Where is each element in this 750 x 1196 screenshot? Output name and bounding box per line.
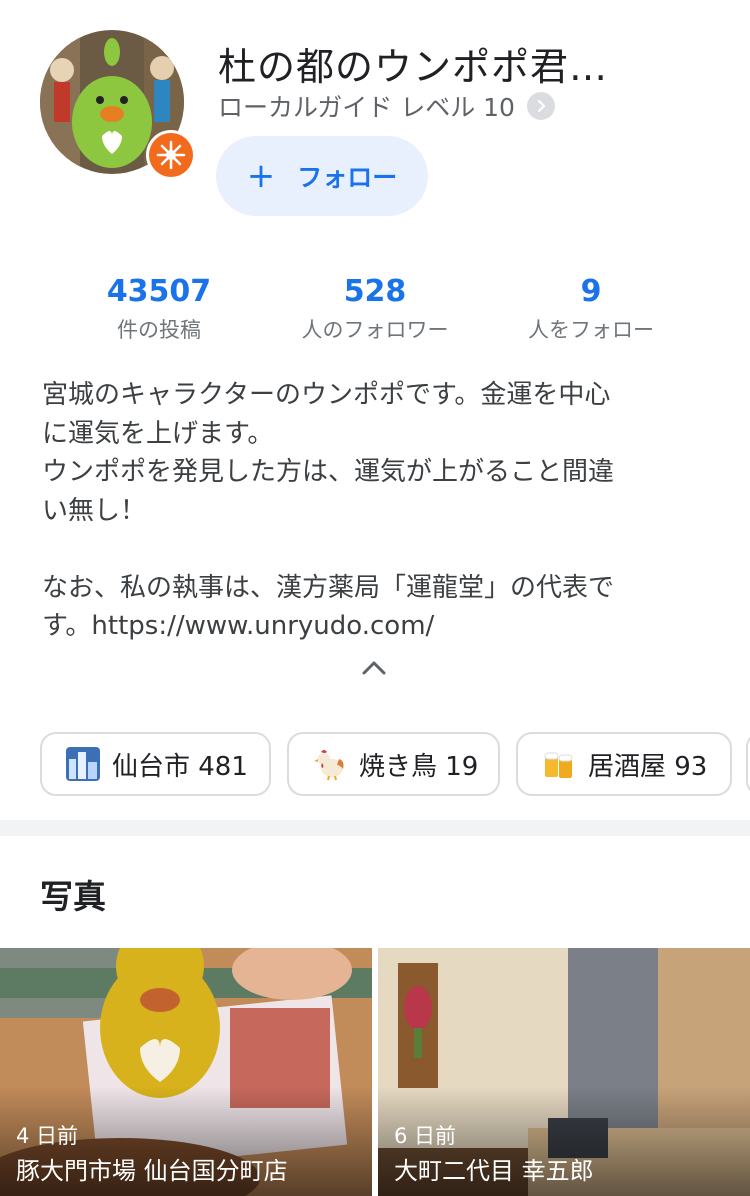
photo-card[interactable]: 4 日前 豚大門市場 仙台国分町店 <box>0 948 372 1196</box>
photo-place[interactable]: 豚大門市場 仙台国分町店 <box>16 1151 288 1186</box>
stat-following-label: 人をフォロー <box>528 318 654 342</box>
follow-button[interactable]: + フォロー <box>216 136 428 216</box>
stat-following-value: 9 <box>580 274 602 309</box>
stat-followers-value: 528 <box>343 274 407 309</box>
plus-icon: + <box>246 156 276 196</box>
profile-name: 杜の都のウンポポ君… <box>218 45 609 89</box>
stat-followers[interactable]: 528 人のフォロワー <box>275 274 475 344</box>
rooster-icon <box>313 747 347 781</box>
cityscape-icon <box>66 747 100 781</box>
follow-label: フォロー <box>297 163 398 192</box>
photo-place[interactable]: 大町二代目 幸五郎 <box>394 1151 594 1186</box>
profile-bio: 宮城のキャラクターのウンポポです。金運を中心 に運気を上げます。 ウンポポを発見… <box>42 380 615 641</box>
section-divider <box>0 820 750 836</box>
chip-yakitori[interactable]: 焼き鳥 19 <box>287 732 500 796</box>
beer-mugs-icon <box>542 747 576 781</box>
stat-followers-label: 人のフォロワー <box>301 318 449 342</box>
stat-following[interactable]: 9 人をフォロー <box>491 274 691 344</box>
chevron-up-icon[interactable] <box>358 652 390 684</box>
chip-sendai[interactable]: 仙台市 481 <box>40 732 271 796</box>
local-guide-star-icon <box>146 130 196 180</box>
photo-age: 4 日前 <box>16 1124 79 1148</box>
local-guide-level[interactable]: ローカルガイド レベル 10 <box>218 88 555 124</box>
photos-section-title: 写真 <box>40 877 106 916</box>
stat-posts-label: 件の投稿 <box>117 318 201 342</box>
chip-izakaya-label: 居酒屋 93 <box>588 751 708 782</box>
guide-level-label: ローカルガイド レベル 10 <box>218 93 515 122</box>
chip-partial[interactable] <box>746 732 750 796</box>
stat-posts-value: 43507 <box>106 274 212 309</box>
chip-yakitori-label: 焼き鳥 19 <box>359 751 479 782</box>
stat-posts[interactable]: 43507 件の投稿 <box>59 274 259 344</box>
chip-izakaya[interactable]: 居酒屋 93 <box>516 732 732 796</box>
photo-card[interactable]: 6 日前 大町二代目 幸五郎 <box>378 948 750 1196</box>
chevron-right-icon[interactable] <box>526 92 555 120</box>
photo-age: 6 日前 <box>394 1124 457 1148</box>
chip-sendai-label: 仙台市 481 <box>112 751 248 782</box>
